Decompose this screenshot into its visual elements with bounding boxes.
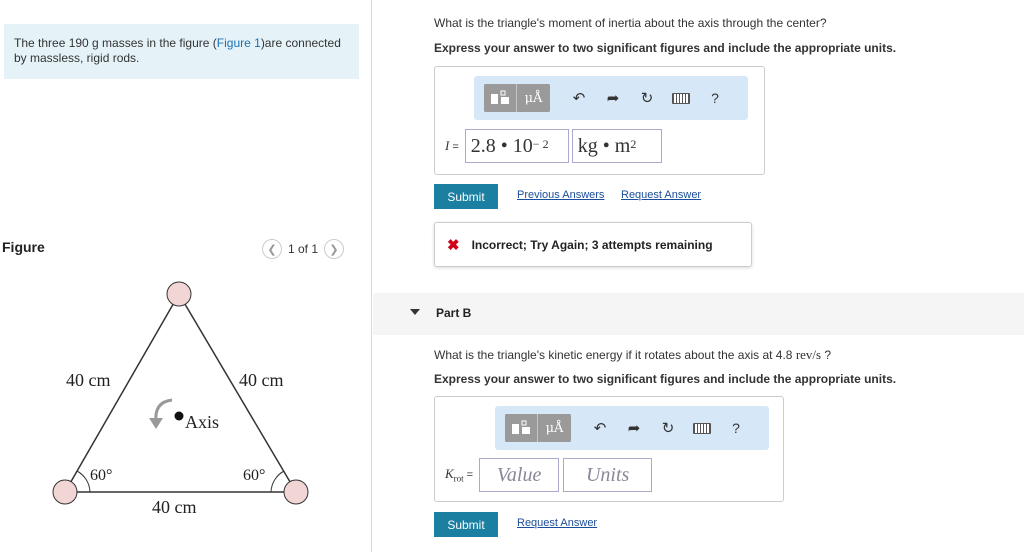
help-button[interactable]: ?	[719, 414, 753, 442]
part-a-tool-group: μÅ	[484, 84, 550, 112]
figure-header: Figure ❮ 1 of 1 ❯	[0, 238, 360, 262]
left-angle-label: 60°	[90, 467, 112, 484]
part-a-equation: I = 2.8 • 10− 2 kg • m2	[445, 129, 662, 163]
part-b-equation: Krot = Value Units	[445, 458, 653, 492]
units-button[interactable]: μÅ	[538, 414, 571, 442]
undo-icon[interactable]: ↶	[562, 84, 596, 112]
right-rod	[178, 293, 297, 493]
right-side-label: 40 cm	[239, 370, 284, 390]
part-b-answer-box: μÅ ↶ ➦ ↻ ? Krot = Value Units	[434, 396, 784, 502]
part-b-title: Part B	[436, 306, 472, 320]
part-a-answer-box: μÅ ↶ ➦ ↻ ? I = 2.8 • 10− 2 kg • m2	[434, 66, 765, 175]
left-side-label: 40 cm	[66, 370, 111, 390]
right-mass	[283, 479, 309, 505]
value-input[interactable]: 2.8 • 10− 2	[464, 129, 569, 163]
figure-link[interactable]: Figure 1	[217, 36, 261, 50]
figure-pager: ❮ 1 of 1 ❯	[262, 239, 345, 259]
top-mass	[166, 281, 192, 307]
part-a-submit-button[interactable]: Submit	[434, 184, 498, 209]
problem-intro: The three 190 g masses in the figure (Fi…	[4, 24, 359, 79]
value-input[interactable]: Value	[479, 458, 560, 492]
part-a-question: What is the triangle's moment of inertia…	[434, 16, 827, 30]
redo-icon[interactable]: ➦	[596, 84, 630, 112]
bottom-side-label: 40 cm	[152, 497, 197, 517]
axis-label: Axis	[185, 412, 219, 432]
units-input[interactable]: Units	[563, 458, 653, 492]
chevron-right-icon[interactable]: ❯	[324, 239, 345, 259]
help-button[interactable]: ?	[698, 84, 732, 112]
reset-icon[interactable]: ↻	[630, 84, 664, 112]
part-a-toolbar: μÅ ↶ ➦ ↻ ?	[474, 76, 748, 120]
redo-icon[interactable]: ➦	[617, 414, 651, 442]
part-b-question: What is the triangle's kinetic energy if…	[434, 347, 832, 362]
undo-icon[interactable]: ↶	[583, 414, 617, 442]
units-button[interactable]: μÅ	[517, 84, 550, 112]
chevron-left-icon[interactable]: ❮	[262, 239, 282, 259]
part-b-toolbar: μÅ ↶ ➦ ↻ ?	[495, 406, 769, 450]
feedback-message: ✖ Incorrect; Try Again; 3 attempts remai…	[434, 222, 752, 267]
part-b-submit-button[interactable]: Submit	[434, 512, 498, 537]
variable-label: Krot =	[445, 466, 474, 484]
left-mass	[52, 479, 78, 505]
feedback-text: Incorrect; Try Again; 3 attempts remaini…	[471, 237, 713, 252]
keyboard-icon[interactable]	[664, 84, 698, 112]
part-b-instruction: Express your answer to two significant f…	[434, 372, 897, 386]
axis-dot	[174, 411, 184, 421]
collapse-triangle-icon[interactable]	[410, 309, 420, 315]
part-b-request-answer-link[interactable]: Request Answer	[517, 517, 597, 529]
part-a-instruction: Express your answer to two significant f…	[434, 41, 897, 55]
x-icon: ✖	[447, 236, 460, 254]
left-rod	[64, 293, 180, 493]
left-panel: The three 190 g masses in the figure (Fi…	[0, 0, 372, 552]
intro-text: The three 190 g masses in the figure (	[14, 36, 217, 50]
keyboard-icon[interactable]	[685, 414, 719, 442]
part-b-tool-group: μÅ	[505, 414, 571, 442]
reset-icon[interactable]: ↻	[651, 414, 685, 442]
rotation-arrowhead	[149, 418, 163, 429]
part-a-request-answer-link[interactable]: Request Answer	[621, 189, 701, 201]
right-angle-label: 60°	[243, 467, 265, 484]
right-angle-arc	[270, 470, 285, 493]
figure-title: Figure	[2, 239, 45, 255]
pager-text: 1 of 1	[288, 242, 319, 256]
previous-answers-link[interactable]: Previous Answers	[517, 189, 604, 201]
part-b-header[interactable]: Part B	[373, 293, 1024, 335]
right-panel: What is the triangle's moment of inertia…	[373, 0, 1024, 552]
templates-icon[interactable]	[505, 414, 538, 442]
variable-label: I =	[445, 138, 459, 153]
triangle-figure: 40 cm 40 cm 40 cm 60° 60° Axis	[52, 281, 309, 517]
templates-icon[interactable]	[484, 84, 517, 112]
units-input[interactable]: kg • m2	[571, 129, 662, 163]
left-angle-arc	[76, 470, 91, 493]
